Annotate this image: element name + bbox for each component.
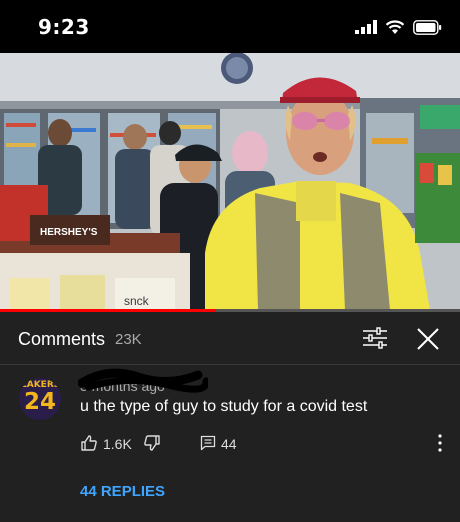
wifi-icon bbox=[385, 19, 405, 34]
battery-icon bbox=[413, 19, 442, 35]
thumbs-up-icon[interactable] bbox=[80, 434, 98, 452]
video-player[interactable]: HERSHEY'S snck bbox=[0, 53, 460, 310]
redaction-scribble bbox=[78, 368, 208, 393]
like-count: 1.6K bbox=[103, 436, 132, 452]
video-frame: HERSHEY'S snck bbox=[0, 53, 460, 310]
avatar[interactable]: LAKERS 24 bbox=[19, 378, 61, 420]
comments-title: Comments bbox=[18, 329, 106, 349]
avatar-number: 24 bbox=[23, 389, 56, 415]
status-bar: 9:23 bbox=[0, 0, 460, 53]
cellular-signal-icon bbox=[355, 20, 377, 34]
status-icons bbox=[355, 17, 442, 37]
comments-header: Comments 23K bbox=[0, 312, 460, 365]
close-icon[interactable] bbox=[414, 325, 442, 353]
comment-text: u the type of guy to study for a covid t… bbox=[80, 398, 368, 415]
comments-count: 23K bbox=[115, 331, 142, 348]
more-options-icon[interactable] bbox=[430, 432, 450, 454]
snack-label: snck bbox=[124, 294, 150, 308]
reply-icon[interactable] bbox=[200, 435, 216, 451]
hersheys-label: HERSHEY'S bbox=[40, 227, 98, 238]
sliders-icon[interactable] bbox=[361, 326, 389, 350]
thumbs-down-icon[interactable] bbox=[143, 434, 161, 452]
view-replies-button[interactable]: 44 REPLIES bbox=[80, 483, 165, 500]
clock-time: 9:23 bbox=[38, 15, 90, 39]
reply-count: 44 bbox=[221, 436, 237, 452]
